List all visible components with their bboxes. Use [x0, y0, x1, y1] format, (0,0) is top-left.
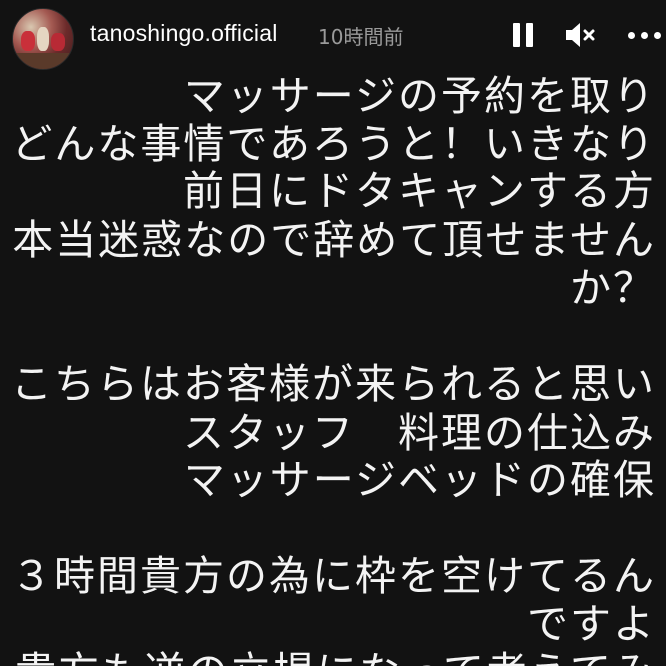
message-line: か？ [570, 264, 656, 312]
avatar-photo-detail [21, 31, 35, 51]
more-dots-icon [628, 32, 635, 39]
story-viewer: tanoshingo.official 10時間前 マッサージの予約を取り どん… [0, 0, 666, 666]
message-line: ３時間貴方の為に枠を空けてるん [11, 552, 656, 600]
pause-icon [526, 23, 533, 47]
pause-button[interactable] [506, 18, 540, 52]
username-link[interactable]: tanoshingo.official [90, 20, 278, 47]
pause-icon [513, 23, 520, 47]
message-line: スタッフ 料理の仕込み [183, 409, 656, 457]
message-line: こちらはお客様が来られると思い [11, 360, 656, 408]
avatar[interactable] [12, 8, 74, 70]
mute-button[interactable] [562, 18, 596, 52]
message-line: 前日にドタキャンする方 [183, 167, 656, 215]
avatar-photo-detail [13, 53, 73, 69]
more-dots-icon [654, 32, 661, 39]
post-timestamp: 10時間前 [318, 25, 404, 49]
message-line: 貴方も逆の立場になって考えてみ [15, 648, 656, 666]
story-header: tanoshingo.official 10時間前 [0, 0, 666, 70]
message-line: マッサージの予約を取り [183, 72, 656, 120]
avatar-photo-detail [51, 33, 65, 51]
avatar-photo-detail [37, 27, 49, 51]
message-line: 本当迷惑なので辞めて頂せません [12, 216, 656, 264]
message-line: ですよ [527, 600, 656, 648]
message-line: マッサージベッドの確保 [183, 456, 656, 504]
volume-muted-icon [566, 23, 595, 47]
story-text-message: マッサージの予約を取り どんな事情であろうと！いきなり 前日にドタキャンする方 … [0, 70, 666, 666]
message-line: どんな事情であろうと！いきなり [11, 120, 656, 168]
more-dots-icon [641, 32, 648, 39]
more-options-button[interactable] [622, 18, 666, 52]
